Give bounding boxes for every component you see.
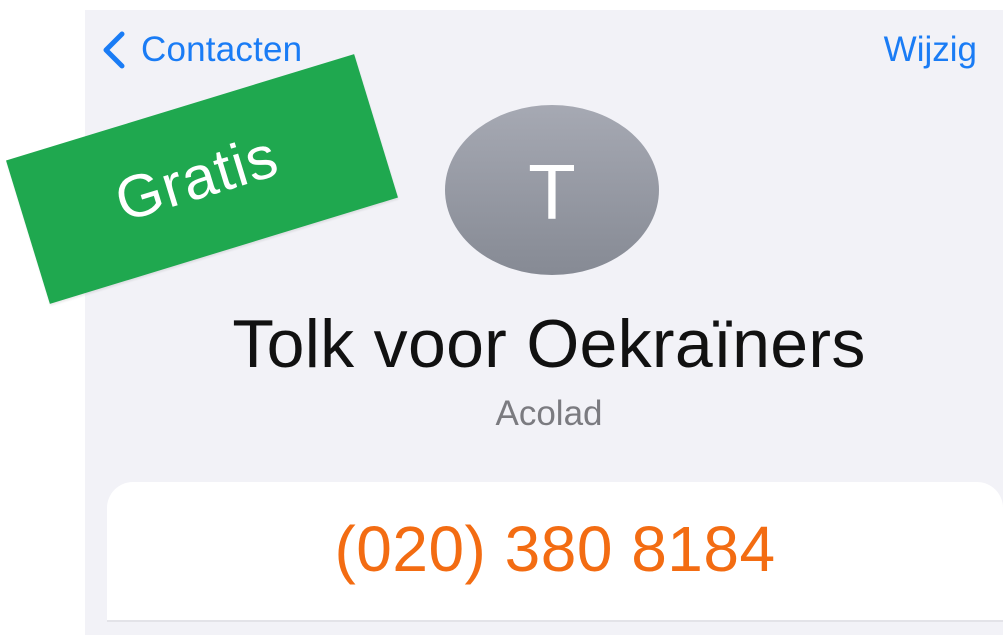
- gratis-badge-label: Gratis: [107, 121, 286, 234]
- avatar-initial: T: [528, 147, 576, 236]
- phone-card: (020) 380 8184: [107, 482, 1003, 622]
- chevron-left-icon: [103, 31, 125, 69]
- back-button[interactable]: Contacten: [103, 28, 302, 72]
- contact-company: Acolad: [495, 394, 603, 433]
- phone-number[interactable]: (020) 380 8184: [107, 512, 1003, 586]
- edit-button[interactable]: Wijzig: [884, 28, 977, 72]
- back-button-label: Contacten: [141, 30, 303, 69]
- contact-name: Tolk voor Oekraïners: [232, 306, 866, 382]
- card-divider: [107, 620, 1003, 622]
- avatar: T: [445, 105, 659, 275]
